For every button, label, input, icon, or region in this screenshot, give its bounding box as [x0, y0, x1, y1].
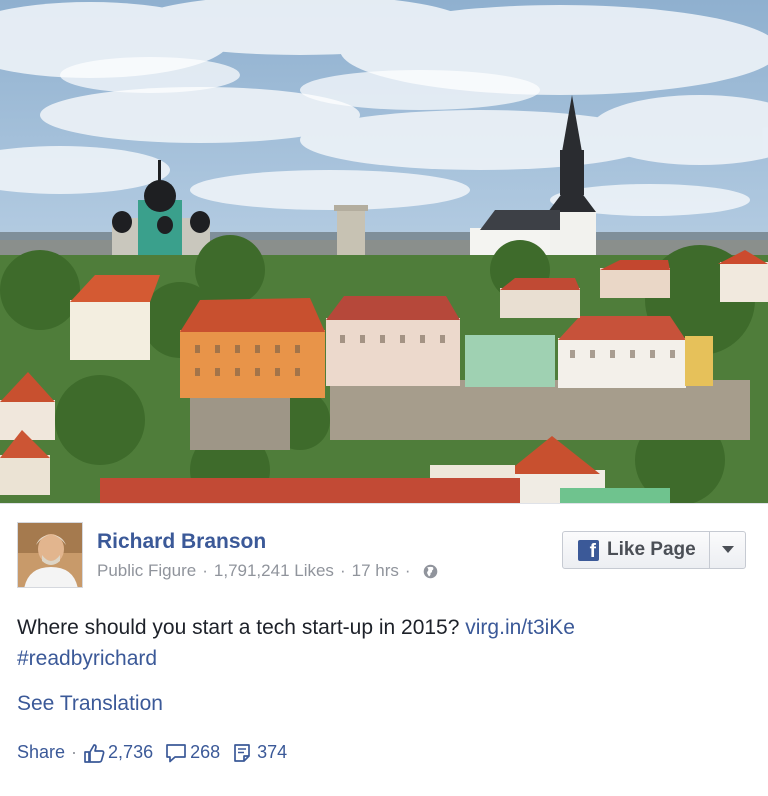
meta-separator: ·	[404, 561, 411, 580]
post-timestamp[interactable]: 17 hrs	[352, 561, 399, 581]
thumbs-up-icon	[84, 743, 105, 763]
post-hashtag[interactable]: #readbyrichard	[17, 647, 157, 670]
post-actions-bar: Share · 2,736 268 374	[17, 742, 299, 763]
share-count-button[interactable]: 374	[232, 742, 287, 763]
meta-separator: ·	[339, 561, 346, 580]
like-page-button-group: f Like Page	[562, 531, 746, 569]
post-photo-tallinn-old-town[interactable]	[0, 0, 768, 503]
post-body: Where should you start a tech start-up i…	[17, 616, 460, 639]
photo-divider	[0, 503, 768, 504]
meta-separator: ·	[202, 561, 208, 580]
like-page-label: Like Page	[607, 539, 696, 560]
like-count: 2,736	[108, 742, 154, 762]
post-text: Where should you start a tech start-up i…	[17, 612, 737, 674]
see-translation-link[interactable]: See Translation	[17, 692, 163, 716]
author-name-link[interactable]: Richard Branson	[97, 530, 266, 554]
chevron-down-icon	[721, 546, 734, 553]
comment-count: 268	[190, 742, 221, 762]
author-avatar[interactable]	[17, 522, 83, 588]
like-options-dropdown[interactable]	[710, 532, 745, 568]
like-page-button[interactable]: f Like Page	[563, 532, 710, 568]
globe-icon[interactable]	[423, 564, 438, 579]
share-count-icon	[234, 743, 250, 762]
post-link[interactable]: virg.in/t3iKe	[465, 616, 575, 639]
like-count-button[interactable]: 2,736	[83, 742, 153, 763]
facebook-logo-icon: f	[578, 539, 599, 562]
share-count: 374	[257, 742, 288, 762]
author-category: Public Figure	[97, 561, 197, 580]
comment-icon	[166, 743, 186, 762]
facebook-post-card: Richard Branson Public Figure · 1,791,24…	[0, 0, 768, 796]
share-link[interactable]: Share	[17, 742, 65, 763]
actions-separator: ·	[71, 742, 78, 762]
page-likes-count[interactable]: 1,791,241 Likes	[214, 561, 334, 581]
comment-count-button[interactable]: 268	[165, 742, 220, 763]
post-meta: Public Figure · 1,791,241 Likes · 17 hrs…	[97, 561, 438, 581]
